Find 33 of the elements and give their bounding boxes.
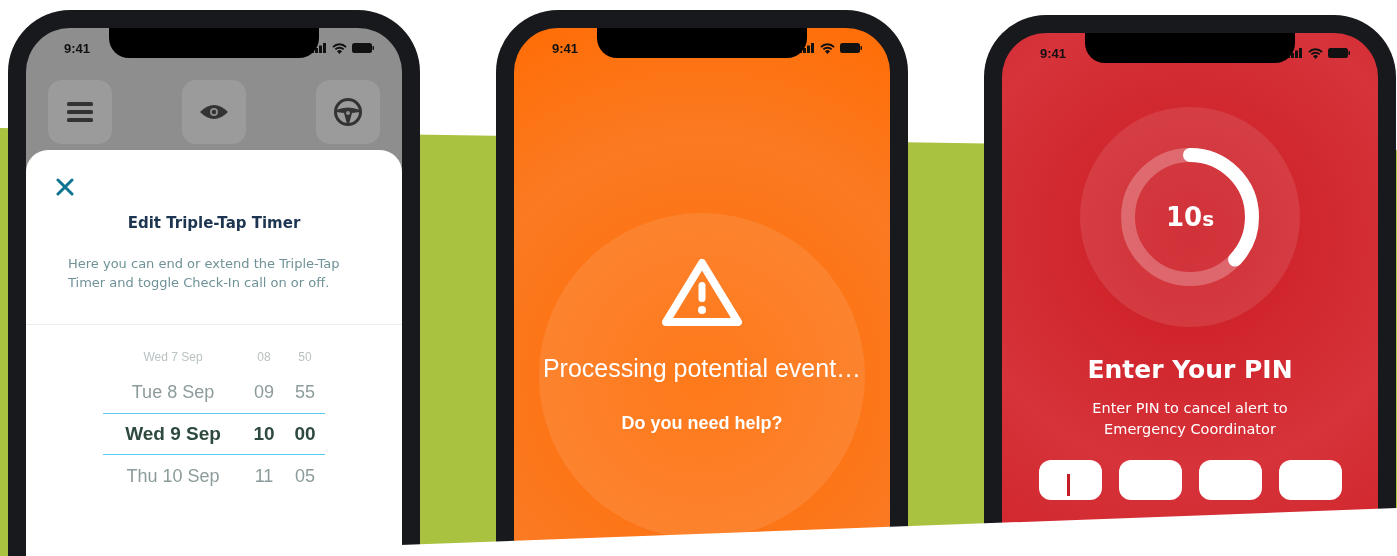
pin-digit-field[interactable] [1278,460,1342,500]
countdown-label: 10s [1165,202,1215,232]
picker-row[interactable]: Wed 9 Sep 10 00 [103,413,325,455]
processing-message: Processing potential event… [542,354,862,383]
pin-instructions: Enter PIN to cancel alert to Emergency Coordinator [1091,399,1289,439]
battery-icon [840,43,862,53]
status-time: 9:41 [64,40,91,56]
eye-icon [200,104,228,120]
pin-digit-field[interactable] [1038,460,1102,500]
wifi-icon [332,42,347,54]
close-button[interactable] [54,176,76,198]
menu-icon [67,102,93,122]
pin-title: Enter Your PIN [1087,355,1293,384]
sheet-description: Here you can end or extend the Triple-Tap Timer and toggle Check-In call on or off. [68,255,340,292]
wifi-icon [820,42,835,54]
picker-row[interactable]: Tue 8 Sep 09 55 [103,371,325,413]
warning-icon [661,258,743,328]
status-time: 9:41 [552,40,579,56]
pin-digit-field[interactable] [1198,460,1262,500]
picker-row[interactable]: Thu 10 Sep 11 05 [103,455,325,497]
steering-wheel-button[interactable] [316,80,380,144]
status-time: 9:41 [1040,45,1067,61]
steering-wheel-icon [333,97,363,127]
picker-row[interactable]: Wed 7 Sep 08 50 [103,343,325,371]
eye-button[interactable] [182,80,246,144]
help-question: Do you need help? [621,413,783,434]
wifi-icon [1308,47,1323,59]
sheet-title: Edit Triple-Tap Timer [126,214,302,232]
pin-digit-field[interactable] [1118,460,1182,500]
close-icon [56,178,74,196]
menu-button[interactable] [48,80,112,144]
battery-icon [352,43,374,53]
battery-icon [1328,48,1350,58]
